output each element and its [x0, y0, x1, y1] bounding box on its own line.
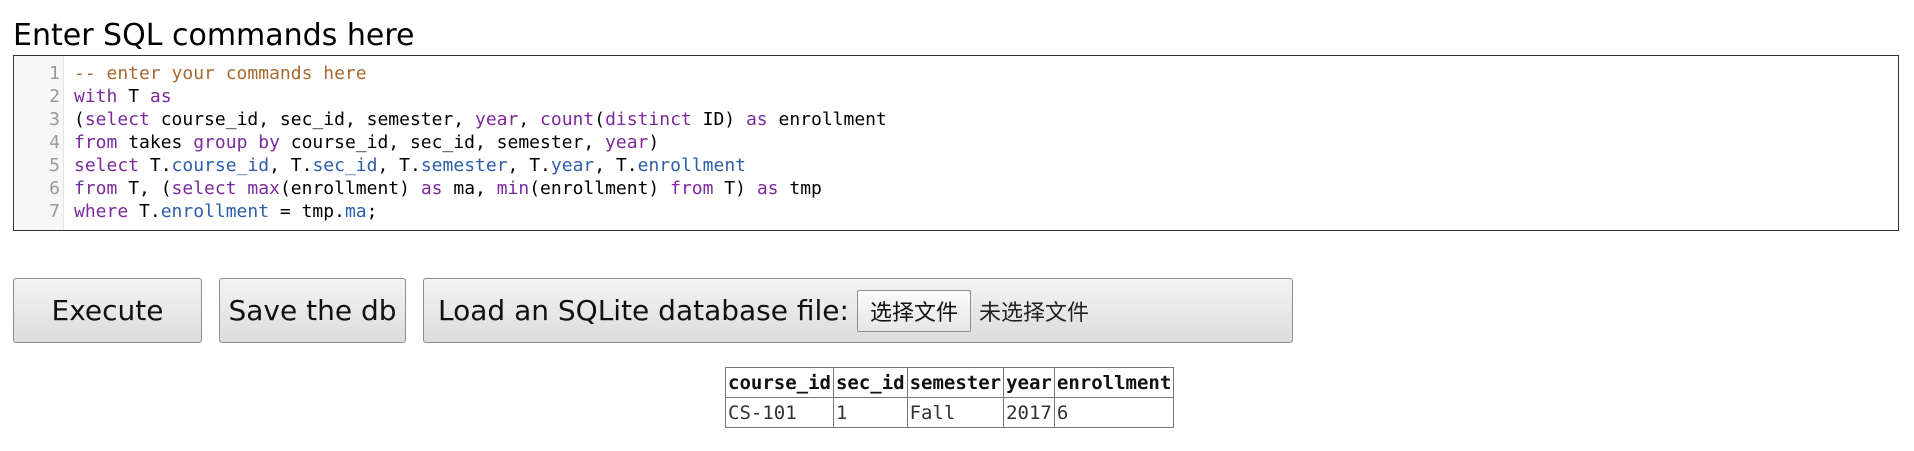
load-db-file-control[interactable]: Load an SQLite database file: 选择文件 未选择文件 — [423, 278, 1293, 343]
load-db-label: Load an SQLite database file: — [438, 294, 849, 327]
code-token: -- enter your commands here — [74, 63, 367, 84]
result-body: CS-101 1 Fall 2017 6 — [725, 397, 1175, 428]
code-line[interactable]: -- enter your commands here — [74, 62, 367, 85]
code-token: enrollment — [767, 109, 887, 130]
column-header: sec_id — [832, 367, 908, 398]
code-token: ( — [74, 109, 85, 130]
line-number: 5 — [49, 155, 60, 176]
sql-editor[interactable]: 1 -- enter your commands here 2 with T as 3 (… — [13, 55, 1899, 231]
table-cell: 6 — [1053, 397, 1175, 428]
code-token: , T. — [269, 155, 313, 176]
code-token: , — [518, 109, 541, 130]
column-header: course_id — [725, 367, 834, 398]
choose-file-button[interactable]: 选择文件 — [856, 289, 971, 332]
code-token: , T. — [594, 155, 638, 176]
code-token: = tmp. — [269, 201, 345, 222]
code-token: (enrollment) — [279, 178, 421, 199]
code-token: group by — [193, 132, 280, 153]
table-cell: 2017 — [1003, 397, 1055, 428]
code-token: from — [670, 178, 714, 199]
code-token: tmp — [778, 178, 822, 199]
save-db-button[interactable]: Save the db — [219, 278, 406, 343]
code-token: year — [605, 132, 649, 153]
code-token: (enrollment) — [529, 178, 671, 199]
code-token: course_id, sec_id, semester, — [279, 132, 606, 153]
code-token: T — [117, 86, 150, 107]
line-number: 1 — [49, 63, 60, 84]
table-cell: CS-101 — [725, 397, 834, 428]
page-title: Enter SQL commands here — [13, 18, 415, 53]
code-token: enrollment — [637, 155, 746, 176]
column-header: enrollment — [1053, 367, 1175, 398]
code-token: year — [550, 155, 595, 176]
code-line[interactable]: where T.enrollment = tmp.ma; — [74, 200, 377, 223]
code-token: T. — [139, 155, 172, 176]
code-token: as — [756, 178, 779, 199]
code-line[interactable]: (select course_id, sec_id, semester, yea… — [74, 108, 887, 131]
code-token: max — [247, 178, 280, 199]
code-token: , T. — [507, 155, 551, 176]
result-header-row: course_id sec_id semester year enrollment — [725, 367, 1175, 398]
code-token: as — [420, 178, 443, 199]
code-token: course_id — [171, 155, 270, 176]
line-number: 3 — [49, 109, 60, 130]
code-token: course_id, sec_id, semester, — [149, 109, 475, 130]
code-token: ID) — [691, 109, 746, 130]
code-token: , T. — [377, 155, 421, 176]
column-header: year — [1003, 367, 1055, 398]
result-table: course_id sec_id semester year enrollment CS… — [725, 367, 1175, 428]
code-token: ) — [648, 132, 660, 153]
code-line[interactable]: with T as — [74, 85, 172, 108]
code-token: as — [745, 109, 768, 130]
code-token: T) — [713, 178, 757, 199]
code-token: min — [496, 178, 530, 199]
code-token: where — [74, 201, 129, 222]
code-token: sec_id — [312, 155, 378, 176]
code-token: count — [540, 109, 595, 130]
table-cell: Fall — [906, 397, 1005, 428]
line-number: 2 — [49, 86, 60, 107]
code-token: as — [149, 86, 172, 107]
code-token: select — [171, 178, 237, 199]
code-token: enrollment — [160, 201, 270, 222]
execute-button[interactable]: Execute — [13, 278, 202, 343]
code-token: ( — [594, 109, 606, 130]
code-token: T, ( — [117, 178, 172, 199]
code-token: semester — [420, 155, 508, 176]
table-cell: 1 — [832, 397, 908, 428]
line-number: 7 — [49, 201, 60, 222]
code-token: year — [474, 109, 519, 130]
table-row: CS-101 1 Fall 2017 6 — [725, 397, 1175, 428]
code-token: from — [74, 178, 118, 199]
code-token: ma, — [442, 178, 497, 199]
code-token: with — [74, 86, 118, 107]
code-token: T. — [128, 201, 161, 222]
code-token: from — [74, 132, 118, 153]
code-line[interactable]: select T.course_id, T.sec_id, T.semester… — [74, 154, 746, 177]
code-token: ; — [366, 201, 378, 222]
code-token: distinct — [605, 109, 692, 130]
column-header: semester — [906, 367, 1005, 398]
code-token: ma — [344, 201, 367, 222]
line-number: 6 — [49, 178, 60, 199]
code-token: takes — [117, 132, 194, 153]
code-line[interactable]: from T, (select max(enrollment) as ma, m… — [74, 177, 822, 200]
line-number: 4 — [49, 132, 60, 153]
code-line[interactable]: from takes group by course_id, sec_id, s… — [74, 131, 659, 154]
no-file-chosen-text: 未选择文件 — [978, 300, 1089, 326]
code-token: select — [84, 109, 150, 130]
code-token: select — [74, 155, 140, 176]
